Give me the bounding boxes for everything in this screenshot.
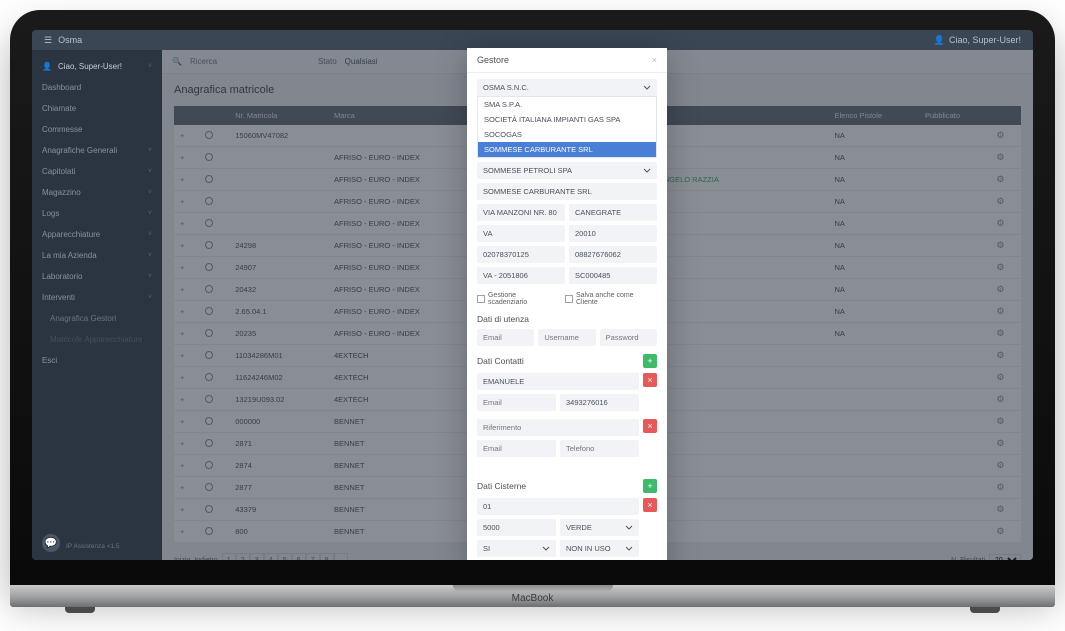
- bottom-status: IP Assistenza <1.5: [66, 543, 120, 550]
- chat-bubble-icon[interactable]: 💬: [42, 534, 60, 552]
- dropdown-option[interactable]: SOMMESE CARBURANTE SRL: [478, 142, 656, 157]
- add-cisterna-button[interactable]: +: [643, 479, 657, 493]
- prov-field[interactable]: [477, 225, 565, 242]
- main-content: 🔍 Stato Qualsiasi Anagrafica matricole N…: [162, 50, 1033, 560]
- sidebar-item[interactable]: Magazzino˅: [32, 182, 162, 203]
- cap-field[interactable]: [569, 225, 657, 242]
- contact1-phone[interactable]: [560, 394, 639, 411]
- sidebar-exit[interactable]: Esci: [32, 350, 162, 371]
- company-dropdown-list[interactable]: SMA S.P.A.SOCIETÀ ITALIANA IMPIANTI GAS …: [477, 96, 657, 158]
- chevron-down-icon: ˅: [148, 252, 152, 259]
- address-field[interactable]: [477, 204, 565, 221]
- chevron-down-icon: ˅: [148, 189, 152, 196]
- sidebar-item[interactable]: La mia Azienda˅: [32, 245, 162, 266]
- sidebar-item[interactable]: Anagrafiche Generali˅: [32, 140, 162, 161]
- piva-field[interactable]: [477, 246, 565, 263]
- chevron-down-icon: ˅: [148, 210, 152, 217]
- tel-field[interactable]: [569, 246, 657, 263]
- chevron-down-icon: ˅: [148, 273, 152, 280]
- chevron-down-icon: ˅: [148, 147, 152, 154]
- cisterna-cap[interactable]: [477, 519, 556, 536]
- contact1-email[interactable]: [477, 394, 556, 411]
- hamburger-icon[interactable]: ☰: [44, 35, 52, 46]
- cisterna-code[interactable]: [477, 498, 639, 515]
- sidebar-exit-label: Esci: [42, 356, 57, 365]
- modal-gestore: Gestore × OSMA S.N.C. SMA S.P.A.SOCIETÀ …: [467, 48, 667, 560]
- chevron-down-icon: ˅: [148, 168, 152, 175]
- checkbox-icon: [565, 295, 573, 303]
- sidebar-item[interactable]: Dashboard: [32, 77, 162, 98]
- dropdown-option[interactable]: SMA S.P.A.: [478, 97, 656, 112]
- section-utenza: Dati di utenza: [477, 314, 657, 324]
- chk-salva-cliente[interactable]: Salva anche come Cliente: [565, 292, 657, 306]
- city-field[interactable]: [569, 204, 657, 221]
- secondary-company-select[interactable]: SOMMESE PETROLI SPA: [477, 162, 657, 179]
- ragione-sociale-field[interactable]: [477, 183, 657, 200]
- cisterna-uso[interactable]: NON IN USO: [560, 540, 639, 557]
- section-cisterne: Dati Cisterne: [477, 481, 526, 491]
- sidebar-item[interactable]: Chiamate: [32, 98, 162, 119]
- contact2-email[interactable]: [477, 440, 556, 457]
- cisterna-prod[interactable]: VERDE: [560, 519, 639, 536]
- laptop-brand: MacBook: [512, 593, 554, 604]
- chevron-down-icon: ˅: [148, 231, 152, 238]
- sidebar-subitem[interactable]: Matricole Apparecchiature: [32, 329, 162, 350]
- dropdown-option[interactable]: SOCIETÀ ITALIANA IMPIANTI GAS SPA: [478, 112, 656, 127]
- app-topbar: ☰ Osma 👤 Ciao, Super-User!: [32, 30, 1033, 50]
- chevron-down-icon: ˅: [148, 63, 152, 70]
- laptop-base: MacBook: [10, 585, 1055, 607]
- delete-contact1-button[interactable]: ×: [643, 373, 657, 387]
- sidebar-item[interactable]: Logs˅: [32, 203, 162, 224]
- piva2-field[interactable]: [477, 267, 565, 284]
- sidebar-subitem[interactable]: Anagrafica Gestori: [32, 308, 162, 329]
- primary-company-select[interactable]: OSMA S.N.C.: [477, 79, 657, 96]
- utenza-username[interactable]: [538, 329, 595, 346]
- contact2-phone[interactable]: [560, 440, 639, 457]
- utenza-password[interactable]: [600, 329, 657, 346]
- delete-contact2-button[interactable]: ×: [643, 419, 657, 433]
- sidebar-item[interactable]: Capitolati˅: [32, 161, 162, 182]
- user-icon: 👤: [934, 35, 945, 46]
- close-icon[interactable]: ×: [652, 55, 657, 65]
- add-contact-button[interactable]: +: [643, 354, 657, 368]
- checkbox-icon: [477, 295, 485, 303]
- sidebar-item[interactable]: Interventi˅: [32, 287, 162, 308]
- delete-cisterna-button[interactable]: ×: [643, 498, 657, 512]
- chk-scadenziario[interactable]: Gestione scadenziario: [477, 292, 557, 306]
- sidebar-item[interactable]: Commesse: [32, 119, 162, 140]
- cisterna-stato[interactable]: SI: [477, 540, 556, 557]
- contact1-name[interactable]: [477, 373, 639, 390]
- section-contatti: Dati Contatti: [477, 356, 524, 366]
- sidebar-user[interactable]: 👤 Ciao, Super-User! ˅: [32, 56, 162, 77]
- utenza-email[interactable]: [477, 329, 534, 346]
- sidebar: 👤 Ciao, Super-User! ˅ DashboardChiamateC…: [32, 50, 162, 560]
- chevron-down-icon: ˅: [148, 294, 152, 301]
- dropdown-option[interactable]: SOCOGAS: [478, 127, 656, 142]
- sidebar-item[interactable]: Laboratorio˅: [32, 266, 162, 287]
- sidebar-item[interactable]: Apparecchiature˅: [32, 224, 162, 245]
- contact2-ref[interactable]: [477, 419, 639, 436]
- user-avatar-icon: 👤: [42, 62, 52, 71]
- modal-title: Gestore: [477, 55, 509, 65]
- sidebar-user-name: Ciao, Super-User!: [58, 62, 122, 71]
- app-name: Osma: [58, 35, 82, 45]
- code-field[interactable]: [569, 267, 657, 284]
- header-user-greeting[interactable]: Ciao, Super-User!: [949, 35, 1021, 45]
